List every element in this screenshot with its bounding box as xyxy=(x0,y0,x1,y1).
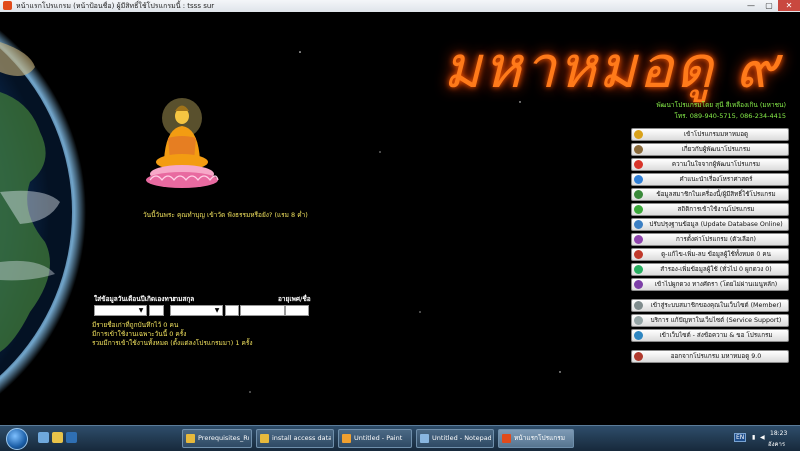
menu-label: ปรับปรุงฐานข้อมูล (Update Database Onlin… xyxy=(649,221,783,228)
developer-phone: โทร. 089-940-5715, 086-234-4415 xyxy=(674,112,786,120)
clock-day[interactable]: อังคาร xyxy=(768,439,785,449)
help-icon xyxy=(634,175,643,184)
menu-astrology-guide[interactable]: คำแนะนำเรื่องโหราศาสตร์ xyxy=(631,173,789,186)
menu-label: เข้าโปรแกรมมหาหมอดู xyxy=(683,131,749,138)
taskbar-item-label: Untitled - Notepad xyxy=(432,434,491,442)
chart-icon xyxy=(634,205,643,214)
app-icon xyxy=(502,434,511,443)
app-icon xyxy=(3,1,12,10)
taskbar-item-label: Untitled - Paint xyxy=(354,434,403,442)
browser-icon[interactable] xyxy=(66,432,77,443)
taskbar-item-label: install access data xyxy=(272,434,331,442)
database-icon xyxy=(634,220,643,229)
clock-time[interactable]: 18:23 xyxy=(770,430,787,437)
globe-icon xyxy=(634,331,643,340)
menu-settings[interactable]: การตั้งค่าโปรแกรม (ตัวเลือก) xyxy=(631,233,789,246)
app-logo: มหาหมอดู ๙ xyxy=(443,33,780,101)
network-icon[interactable]: ▮ xyxy=(752,434,755,441)
menu-label: สำรอง-เพิ่มข้อมูลผู้ใช้ (ทั่วไป 0 ผูกดวง… xyxy=(660,266,772,273)
menu-label: สถิติการเข้าใช้งานโปรแกรม xyxy=(677,206,755,213)
wheel-icon xyxy=(634,280,643,289)
menu-label: บริการ แก้ปัญหาในเว็บไซต์ (Service Suppo… xyxy=(650,317,782,324)
menu-label: เกี่ยวกับผู้พัฒนาโปรแกรม xyxy=(681,146,751,153)
taskbar-item-install[interactable]: install access data xyxy=(256,429,334,448)
taskbar-item-notepad[interactable]: Untitled - Notepad xyxy=(416,429,494,448)
menu-website[interactable]: เข้าเว็บไซต์ - ส่งข้อความ & ขอ โปรแกรม xyxy=(631,329,789,342)
surname-extra-field[interactable] xyxy=(225,305,239,316)
menu-developer-message[interactable]: ความในใจจากผู้พัฒนาโปรแกรม xyxy=(631,158,789,171)
tool-icon xyxy=(634,316,643,325)
menu-member-login[interactable]: เข้าสู่ระบบสมาชิกของคุณในเว็บไซต์ (Membe… xyxy=(631,299,789,312)
menu-update-database[interactable]: ปรับปรุงฐานข้อมูล (Update Database Onlin… xyxy=(631,218,789,231)
exit-icon xyxy=(634,352,643,361)
maximize-button[interactable]: ▢ xyxy=(760,0,778,11)
heart-icon xyxy=(634,160,643,169)
start-button[interactable] xyxy=(6,428,28,450)
name-extra-field[interactable] xyxy=(149,305,164,316)
paint-icon xyxy=(342,434,351,443)
menu-about-developer[interactable]: เกี่ยวกับผู้พัฒนาโปรแกรม xyxy=(631,143,789,156)
users-icon xyxy=(634,250,643,259)
age-label: อายุเพศ/ชื่อ xyxy=(278,295,311,303)
surname-label: นามสกุล xyxy=(170,295,195,303)
menu-label: ข้อมูลสมาชิกในเครื่องนี้/ผู้มีสิทธิ์ใช้โ… xyxy=(656,191,776,198)
menu-label: ออกจากโปรแกรม มหาหมอดู 9.0 xyxy=(670,353,762,360)
window-title: หน้าแรกโปรแกรม (หน้าป้อนชื่อ) ผู้มีสิทธิ… xyxy=(16,2,215,10)
menu-enter-program[interactable]: เข้าโปรแกรมมหาหมอดู xyxy=(631,128,789,141)
surname-dropdown[interactable]: ▼ xyxy=(170,305,223,316)
menu-member-info[interactable]: ข้อมูลสมาชิกในเครื่องนี้/ผู้มีสิทธิ์ใช้โ… xyxy=(631,188,789,201)
language-indicator[interactable]: EN xyxy=(734,433,747,442)
chevron-down-icon: ▼ xyxy=(138,307,144,314)
people-icon xyxy=(634,145,643,154)
taskbar-item-label: หน้าแรกโปรแกรม xyxy=(514,434,566,442)
tools-icon xyxy=(634,235,643,244)
stat-total-usage: รวมมีการเข้าใช้งานทั้งหมด (ตั้งแต่ลงโปรแ… xyxy=(92,339,253,347)
minimize-button[interactable]: — xyxy=(742,0,760,11)
menu-label: ดู-แก้ไข-เพิ่ม-ลบ ข้อมูลผู้ใช้ทั้งหมด 0 … xyxy=(661,251,771,258)
taskbar-item-label: Prerequisites_Ru... xyxy=(198,434,249,442)
menu-label: เข้าสู่ระบบสมาชิกของคุณในเว็บไซต์ (Membe… xyxy=(650,302,782,309)
menu-usage-stats[interactable]: สถิติการเข้าใช้งานโปรแกรม xyxy=(631,203,789,216)
folder-icon xyxy=(260,434,269,443)
gold-coin-icon xyxy=(634,130,643,139)
menu-direct-horoscope[interactable]: เข้าไปผูกดวง ทางศัตรา (โดยไม่ผ่านเมนูหลั… xyxy=(631,278,789,291)
buddha-image xyxy=(146,98,219,188)
greeting-text: วันนี้วันพระ คุณทำบุญ เข้าวัด ฟังธรรมหรื… xyxy=(143,211,308,219)
taskbar-item-prerequisites[interactable]: Prerequisites_Ru... xyxy=(182,429,252,448)
menu-exit[interactable]: ออกจากโปรแกรม มหาหมอดู 9.0 xyxy=(631,350,789,363)
menu-label: เข้าไปผูกดวง ทางศัตรา (โดยไม่ผ่านเมนูหลั… xyxy=(654,281,778,288)
menu-service-support[interactable]: บริการ แก้ปัญหาในเว็บไซต์ (Service Suppo… xyxy=(631,314,789,327)
name-label: ใส่ข้อมูลวันเดือนปีเกิดเองทาง xyxy=(94,295,176,303)
taskbar-item-paint[interactable]: Untitled - Paint xyxy=(338,429,412,448)
taskbar-item-current-app[interactable]: หน้าแรกโปรแกรม xyxy=(498,429,574,448)
developer-credit: พัฒนาโปรแกรมโดย สุนี สีเหลืองเกิน (มหาชน… xyxy=(656,101,786,109)
backup-icon xyxy=(634,265,643,274)
menu-label: ความในใจจากผู้พัฒนาโปรแกรม xyxy=(671,161,761,168)
menu-manage-users[interactable]: ดู-แก้ไข-เพิ่ม-ลบ ข้อมูลผู้ใช้ทั้งหมด 0 … xyxy=(631,248,789,261)
name-dropdown[interactable]: ▼ xyxy=(94,305,147,316)
show-desktop-icon[interactable] xyxy=(38,432,49,443)
lock-icon xyxy=(634,301,643,310)
explorer-icon[interactable] xyxy=(52,432,63,443)
menu-label: การตั้งค่าโปรแกรม (ตัวเลือก) xyxy=(676,236,756,243)
age-field[interactable] xyxy=(240,305,285,316)
menu-backup-users[interactable]: สำรอง-เพิ่มข้อมูลผู้ใช้ (ทั่วไป 0 ผูกดวง… xyxy=(631,263,789,276)
notepad-icon xyxy=(420,434,429,443)
chevron-down-icon: ▼ xyxy=(214,307,220,314)
menu-label: คำแนะนำเรื่องโหราศาสตร์ xyxy=(679,176,753,183)
volume-icon[interactable]: ◀ xyxy=(760,434,765,441)
close-button[interactable]: ✕ xyxy=(778,0,800,11)
folder-icon xyxy=(186,434,195,443)
menu-label: เข้าเว็บไซต์ - ส่งข้อความ & ขอ โปรแกรม xyxy=(659,332,773,339)
taskbar: Prerequisites_Ru... install access data … xyxy=(0,425,800,451)
main-window: มหาหมอดู ๙ พัฒนาโปรแกรมโดย สุนี สีเหลือง… xyxy=(0,12,800,425)
name-field[interactable] xyxy=(285,305,309,316)
computer-icon xyxy=(634,190,643,199)
